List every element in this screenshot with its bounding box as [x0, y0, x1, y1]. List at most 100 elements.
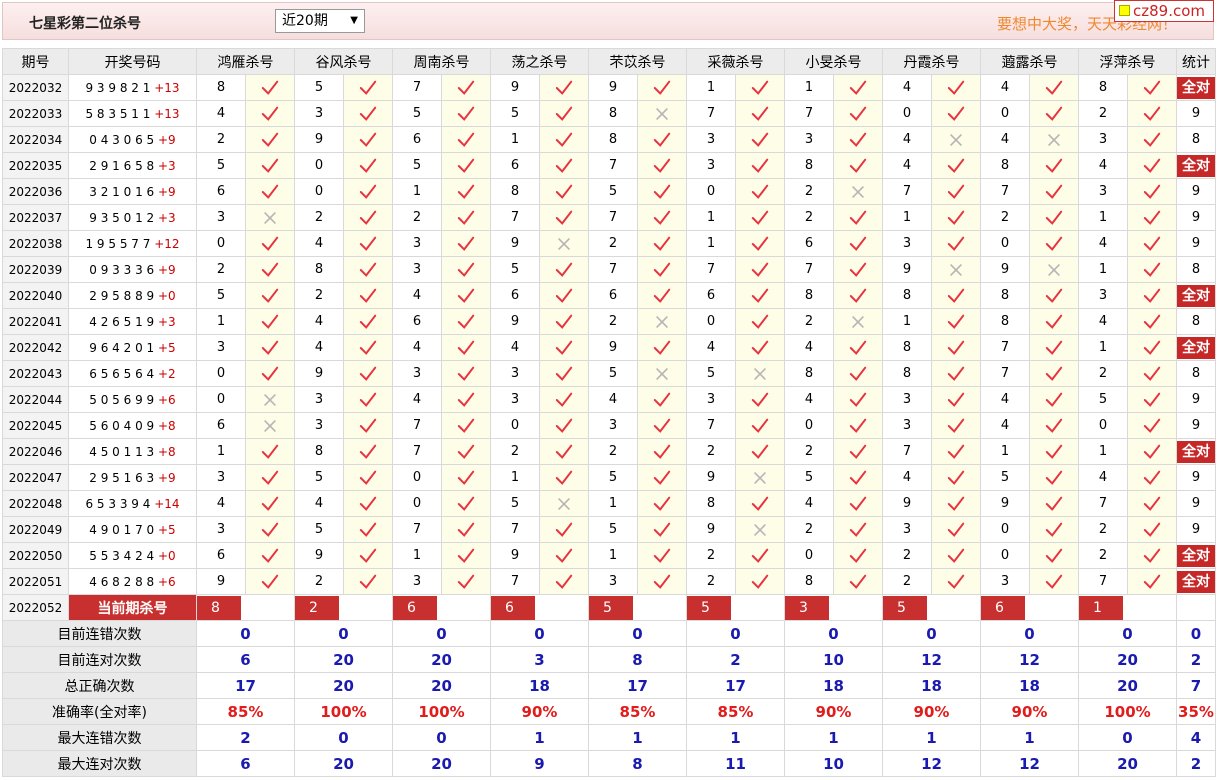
kill-number-cell: 4	[588, 386, 638, 413]
check-icon	[1045, 184, 1063, 199]
kill-number-cell: 0	[784, 542, 834, 569]
kill-number-cell: 0	[882, 100, 932, 127]
kill-number-cell: 3	[490, 386, 540, 413]
draw-numbers: 9 6 4 2 0 1	[89, 340, 155, 355]
kill-number-cell: 2	[882, 542, 932, 569]
kill-number-cell: 1	[588, 542, 638, 569]
kill-result-cell	[931, 256, 981, 283]
draw-numbers: 4 5 0 1 1 3	[89, 444, 155, 459]
col-header-expert[interactable]: 鸿雁杀号	[196, 48, 295, 75]
kill-result-cell	[735, 100, 785, 127]
dropdown-arrow-icon: ▼	[350, 15, 358, 26]
kill-result-cell	[1127, 152, 1177, 179]
kill-number-cell: 4	[294, 334, 344, 361]
stat-cell: 9	[1176, 100, 1216, 127]
draw-numbers: 5 0 5 6 9 9	[89, 392, 155, 407]
current-kill-number: 2	[295, 595, 339, 620]
summary-value: 17	[588, 672, 687, 699]
kill-result-cell	[735, 542, 785, 569]
kill-result-cell	[931, 308, 981, 335]
current-kill-number: 1	[1079, 595, 1123, 620]
check-icon	[653, 262, 671, 277]
check-icon	[1045, 522, 1063, 537]
col-header-expert[interactable]: 小旻杀号	[784, 48, 883, 75]
col-header-expert[interactable]: 谷风杀号	[294, 48, 393, 75]
kill-number-cell: 1	[196, 438, 246, 465]
col-header-expert[interactable]: 蕸露杀号	[980, 48, 1079, 75]
col-header-expert[interactable]: 丹霞杀号	[882, 48, 981, 75]
kill-number-cell: 8	[784, 360, 834, 387]
kill-result-cell	[735, 568, 785, 595]
kill-result-cell	[931, 282, 981, 309]
kill-number-cell: 5	[980, 464, 1030, 491]
check-icon	[555, 132, 573, 147]
summary-value: 90%	[784, 698, 883, 725]
col-header-expert[interactable]: 荡之杀号	[490, 48, 589, 75]
kill-number-cell: 4	[392, 282, 442, 309]
check-icon	[1143, 106, 1161, 121]
check-icon	[555, 262, 573, 277]
issue-cell: 2022032	[2, 74, 69, 101]
site-badge[interactable]: cz89.com	[1114, 0, 1214, 22]
kill-result-cell	[637, 126, 687, 153]
check-icon	[751, 210, 769, 225]
table-row: 2022033 5 8 3 5 1 1 +13 4 3 5 5 8 7 7 0 0 2 9	[2, 100, 1216, 127]
cross-icon	[558, 497, 570, 510]
kill-result-cell	[245, 542, 295, 569]
col-header-expert[interactable]: 周南杀号	[392, 48, 491, 75]
check-icon	[261, 236, 279, 251]
stat-cell: 9	[1176, 516, 1216, 543]
draw-sum: +0	[158, 288, 176, 303]
summary-value: 1	[980, 724, 1079, 751]
check-icon	[457, 366, 475, 381]
kill-number-cell: 5	[1078, 386, 1128, 413]
check-icon	[947, 574, 965, 589]
draw-sum: +3	[158, 158, 176, 173]
col-header-expert[interactable]: 芣苡杀号	[588, 48, 687, 75]
kill-number-cell: 0	[686, 308, 736, 335]
check-icon	[751, 288, 769, 303]
kill-result-cell	[539, 464, 589, 491]
col-header-expert[interactable]: 浮萍杀号	[1078, 48, 1177, 75]
summary-row: 准确率(全对率) 85% 100% 100% 90% 85% 85% 90% 90% 90% 100…	[2, 698, 1216, 725]
col-header-expert[interactable]: 采薇杀号	[686, 48, 785, 75]
check-icon	[555, 392, 573, 407]
kill-number-cell: 4	[1078, 308, 1128, 335]
kill-result-cell	[833, 178, 883, 205]
kill-result-cell	[539, 412, 589, 439]
kill-result-cell	[1127, 282, 1177, 309]
check-icon	[555, 366, 573, 381]
kill-number-cell: 2	[784, 516, 834, 543]
check-icon	[1045, 314, 1063, 329]
draw-numbers-cell: 5 5 3 4 2 4 +0	[68, 542, 197, 569]
check-icon	[653, 210, 671, 225]
kill-number-cell: 4	[392, 386, 442, 413]
cross-icon	[754, 471, 766, 484]
check-icon	[1143, 548, 1161, 563]
kill-number-cell: 4	[980, 386, 1030, 413]
stat-cell: 9	[1176, 490, 1216, 517]
check-icon	[751, 132, 769, 147]
check-icon	[359, 340, 377, 355]
check-icon	[849, 236, 867, 251]
cross-icon	[754, 367, 766, 380]
kill-result-cell	[1127, 464, 1177, 491]
current-issue-cell: 2022052	[2, 594, 69, 621]
kill-number-cell: 5	[294, 464, 344, 491]
check-icon	[359, 210, 377, 225]
kill-result-cell	[1029, 74, 1079, 101]
kill-number-cell: 8	[980, 152, 1030, 179]
kill-number-cell: 0	[196, 360, 246, 387]
period-select[interactable]: 近20期 ▼	[275, 9, 365, 33]
check-icon	[751, 574, 769, 589]
issue-cell: 2022034	[2, 126, 69, 153]
kill-result-cell	[245, 282, 295, 309]
kill-number-cell: 4	[882, 152, 932, 179]
kill-number-cell: 3	[392, 230, 442, 257]
check-icon	[947, 288, 965, 303]
kill-result-cell	[539, 204, 589, 231]
kill-result-cell	[1127, 100, 1177, 127]
kill-result-cell	[833, 386, 883, 413]
summary-value: 100%	[1078, 698, 1177, 725]
draw-numbers-cell: 4 2 6 5 1 9 +3	[68, 308, 197, 335]
